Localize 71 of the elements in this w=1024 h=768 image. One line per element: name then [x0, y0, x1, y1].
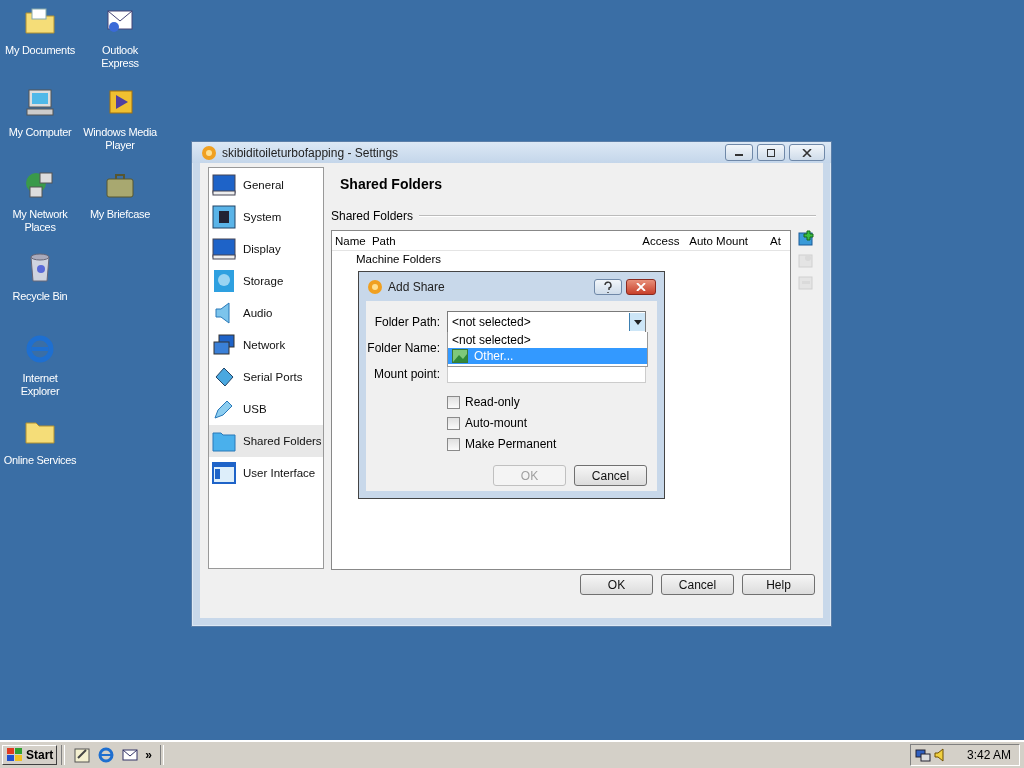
help-icon [603, 280, 613, 293]
minimize-button[interactable] [725, 144, 753, 161]
close-button[interactable] [626, 278, 656, 295]
group-label: Shared Folders [331, 209, 414, 223]
desktop-icon-label[interactable]: My Computer [8, 126, 72, 139]
maximize-button[interactable] [757, 144, 785, 161]
sidebar-item[interactable]: Storage [209, 265, 323, 297]
clock: 3:42 AM [966, 748, 1012, 762]
caret-icon [633, 319, 642, 325]
checkbox[interactable] [447, 395, 460, 409]
checkbox[interactable] [447, 416, 460, 430]
chip-icon [212, 205, 236, 229]
folder-icon[interactable] [24, 5, 56, 37]
desktop-icon-label[interactable]: Online Services [3, 454, 77, 467]
desktop-icon-label[interactable]: My Network Places [3, 208, 77, 234]
column-header[interactable]: At [767, 234, 790, 247]
dialog-button[interactable]: Cancel [661, 574, 734, 595]
checkbox-label: Make Permanent [465, 437, 557, 451]
sidebar-item[interactable]: General [209, 169, 323, 201]
column-header[interactable]: Access [639, 234, 687, 247]
checkbox-label: Auto-mount [465, 416, 528, 430]
sidebar-item[interactable]: USB [209, 393, 323, 425]
desktop-icon-label[interactable]: Recycle Bin [12, 290, 68, 303]
field-label: Folder Path: [373, 315, 440, 329]
dialog-title: Add Share [388, 279, 445, 294]
folder-icon [452, 349, 468, 363]
maximize-icon [766, 148, 776, 157]
network-icon [212, 333, 236, 357]
sidebar-item[interactable]: Serial Ports [209, 361, 323, 393]
window-icon [212, 461, 236, 485]
network-icon[interactable] [24, 169, 56, 201]
desktop-icon-label[interactable]: My Documents [5, 44, 75, 57]
windows-flag-icon [6, 747, 24, 763]
network-icon[interactable] [915, 747, 931, 763]
desktop-icon-label[interactable]: Windows Media Player [83, 126, 157, 152]
sidebar-item[interactable]: Network [209, 329, 323, 361]
envelope-icon[interactable] [121, 746, 140, 764]
dialog-button[interactable]: Cancel [574, 465, 647, 486]
close-button[interactable] [789, 144, 825, 161]
desktop-icon-label[interactable]: Outlook Express [83, 44, 157, 70]
sidebar-item[interactable]: Shared Folders [209, 425, 323, 457]
folder-icon [212, 429, 236, 453]
help-button[interactable] [594, 278, 622, 295]
monitor-icon [212, 237, 236, 261]
field-label: Mount point: [372, 367, 440, 381]
column-header[interactable]: Path [368, 234, 640, 247]
computer-icon[interactable] [24, 87, 56, 119]
sidebar-item[interactable]: User Interface [209, 457, 323, 489]
desktop-icon-label[interactable]: Internet Explorer [3, 372, 77, 398]
browser-icon[interactable] [97, 746, 116, 764]
page-title: Shared Folders [339, 175, 443, 194]
add-folder-button[interactable] [797, 230, 815, 248]
dialog-button[interactable]: OK [580, 574, 653, 595]
window-title: skibiditoileturbofapping - Settings [222, 145, 399, 160]
checkbox[interactable] [447, 437, 460, 451]
sidebar-item[interactable]: Display [209, 233, 323, 265]
dropdown-option[interactable]: <not selected> [448, 332, 647, 348]
desktop-icon-label[interactable]: My Briefcase [90, 208, 150, 221]
sidebar-item[interactable]: System [209, 201, 323, 233]
monitor-icon [212, 173, 236, 197]
start-button[interactable]: Start [2, 745, 58, 765]
close-icon [636, 282, 646, 291]
tree-row[interactable]: Machine Folders [332, 252, 790, 266]
more-chevron[interactable]: » [145, 748, 153, 762]
checkbox-label: Read-only [465, 395, 520, 409]
dialog-button[interactable]: Help [742, 574, 815, 595]
sidebar-item[interactable]: Audio [209, 297, 323, 329]
field-label: Folder Name: [366, 341, 440, 355]
close-icon [802, 148, 812, 157]
column-header[interactable]: Auto Mount [686, 234, 768, 247]
column-header[interactable]: Name [332, 234, 369, 247]
